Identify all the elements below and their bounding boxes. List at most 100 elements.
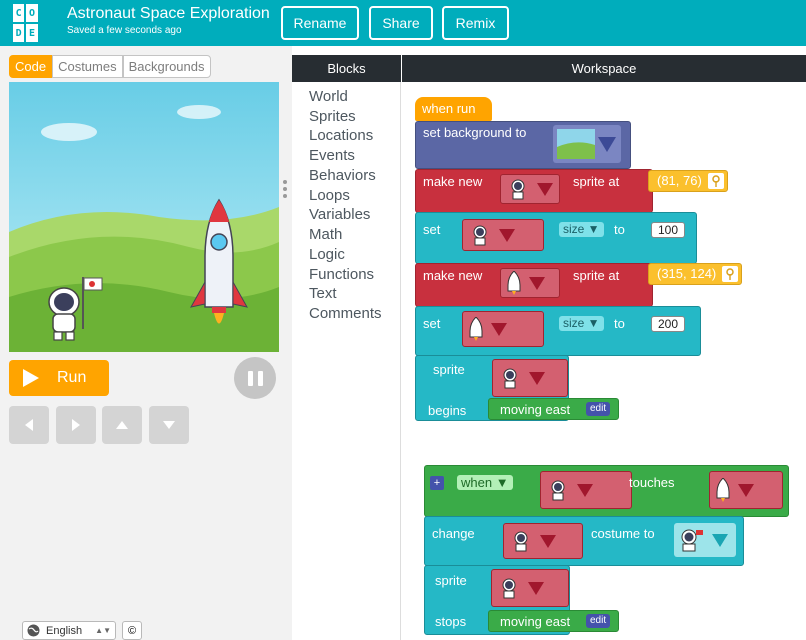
run-button[interactable]: Run	[9, 360, 109, 396]
game-stage[interactable]	[9, 82, 279, 352]
rocket-sprite-slot[interactable]	[462, 311, 544, 347]
astronaut-sprite-slot[interactable]	[540, 471, 632, 509]
category-world[interactable]: World	[309, 88, 348, 105]
dropdown-arrow-icon	[598, 136, 616, 152]
tab-code[interactable]: Code	[9, 55, 53, 78]
category-events[interactable]: Events	[309, 147, 355, 164]
arrow-right-icon	[72, 419, 80, 431]
expand-plus-button[interactable]: +	[430, 476, 444, 490]
logo-spacer	[40, 4, 51, 22]
rocket-costume-slot[interactable]	[500, 268, 560, 298]
background-thumbnail-icon	[557, 129, 595, 159]
behavior-label: moving east	[500, 402, 571, 417]
sprite-label: sprite	[435, 573, 467, 588]
astronaut-sprite-slot[interactable]	[503, 523, 583, 559]
select-arrows-icon: ▲▼	[95, 626, 111, 635]
location-coordinate-2[interactable]: (315, 124)	[648, 263, 743, 285]
arrow-left-icon	[25, 419, 33, 431]
copyright-button[interactable]: ©	[122, 621, 142, 640]
footer: English ▲▼ ©	[22, 621, 142, 640]
property-label: size	[563, 316, 585, 330]
pause-button[interactable]	[234, 357, 276, 399]
category-sprites[interactable]: Sprites	[309, 108, 356, 125]
blocks-header: Blocks	[292, 55, 401, 82]
location-pin-icon[interactable]	[707, 173, 724, 189]
property-dropdown[interactable]: size ▼	[559, 316, 604, 331]
project-title: Astronaut Space Exploration	[67, 5, 270, 22]
dropdown-arrow-icon	[528, 581, 544, 595]
category-locations[interactable]: Locations	[309, 127, 373, 144]
left-arrow-button[interactable]	[9, 406, 49, 444]
location-coordinate-1[interactable]: (81, 76)	[648, 170, 728, 192]
property-dropdown[interactable]: size ▼	[559, 222, 604, 237]
category-functions[interactable]: Functions	[309, 266, 374, 283]
make-new-sprite-block-1[interactable]: make new sprite at	[415, 169, 653, 213]
category-text[interactable]: Text	[309, 285, 337, 302]
change-label: change	[432, 526, 475, 541]
resize-handle[interactable]	[283, 180, 287, 201]
sprite-at-label: sprite at	[573, 268, 620, 283]
rocket-sprite-slot[interactable]	[709, 471, 783, 509]
dropdown-arrow-icon	[712, 533, 728, 547]
to-label: to	[614, 222, 625, 237]
category-comments[interactable]: Comments	[309, 305, 382, 322]
category-math[interactable]: Math	[309, 226, 342, 243]
astronaut-icon	[503, 368, 517, 389]
set-background-block[interactable]: set background to	[415, 121, 631, 169]
set-background-label: set background to	[423, 125, 527, 140]
make-new-label: make new	[423, 174, 483, 189]
size-value-input[interactable]: 100	[651, 222, 686, 238]
globe-icon	[27, 624, 40, 637]
set-size-block-1[interactable]: set size ▼ to 100	[415, 212, 697, 264]
astronaut-sprite-slot[interactable]	[492, 359, 568, 397]
edit-behavior-button[interactable]: edit	[586, 402, 611, 416]
category-variables[interactable]: Variables	[309, 206, 370, 223]
dropdown-arrow-icon	[577, 483, 593, 497]
dropdown-arrow-icon	[491, 322, 507, 336]
right-arrow-button[interactable]	[56, 406, 96, 444]
astronaut-icon	[511, 179, 525, 200]
tab-costumes[interactable]: Costumes	[52, 55, 123, 78]
arrow-up-icon	[116, 421, 128, 429]
rename-button[interactable]: Rename	[281, 6, 359, 40]
code-org-logo[interactable]: C O D E	[13, 4, 51, 42]
when-touches-block[interactable]: + when ▼ touches	[424, 465, 789, 517]
make-new-label: make new	[423, 268, 483, 283]
background-picker[interactable]	[553, 125, 621, 163]
category-behaviors[interactable]: Behaviors	[309, 167, 376, 184]
category-loops[interactable]: Loops	[309, 187, 350, 204]
coordinate-value: (81, 76)	[657, 173, 702, 188]
pause-icon	[247, 370, 253, 386]
logo-letter: E	[26, 24, 38, 42]
location-pin-icon[interactable]	[722, 266, 739, 282]
behavior-moving-east[interactable]: moving east edit	[488, 610, 619, 632]
category-logic[interactable]: Logic	[309, 246, 345, 263]
when-dropdown[interactable]: when ▼	[457, 475, 513, 490]
logo-letter: C	[13, 4, 25, 22]
when-label: when	[461, 475, 493, 490]
sprite-label: sprite	[433, 362, 465, 377]
coordinate-value: (315, 124)	[657, 266, 717, 281]
set-size-block-2[interactable]: set size ▼ to 200	[415, 306, 701, 356]
set-label: set	[423, 222, 441, 237]
astronaut-sprite-slot[interactable]	[462, 219, 544, 251]
language-select[interactable]: English ▲▼	[22, 621, 116, 640]
rocket-icon	[469, 317, 483, 341]
edit-behavior-button[interactable]: edit	[586, 614, 611, 628]
set-label: set	[423, 316, 441, 331]
remix-button[interactable]: Remix	[442, 6, 509, 40]
size-value-input[interactable]: 200	[651, 316, 686, 332]
down-arrow-button[interactable]	[149, 406, 189, 444]
costume-picker[interactable]	[674, 523, 736, 557]
when-run-block[interactable]: when run	[415, 97, 492, 121]
astronaut-icon	[551, 480, 565, 501]
up-arrow-button[interactable]	[102, 406, 142, 444]
astronaut-sprite-slot[interactable]	[491, 569, 569, 607]
tab-backgrounds[interactable]: Backgrounds	[122, 55, 211, 78]
blocks-toolbox: World Sprites Locations Events Behaviors…	[292, 82, 401, 640]
change-costume-block[interactable]: change costume to	[424, 516, 744, 566]
make-new-sprite-block-2[interactable]: make new sprite at	[415, 263, 653, 307]
astronaut-costume-slot[interactable]	[500, 174, 560, 204]
behavior-moving-east[interactable]: moving east edit	[488, 398, 619, 420]
share-button[interactable]: Share	[369, 6, 433, 40]
